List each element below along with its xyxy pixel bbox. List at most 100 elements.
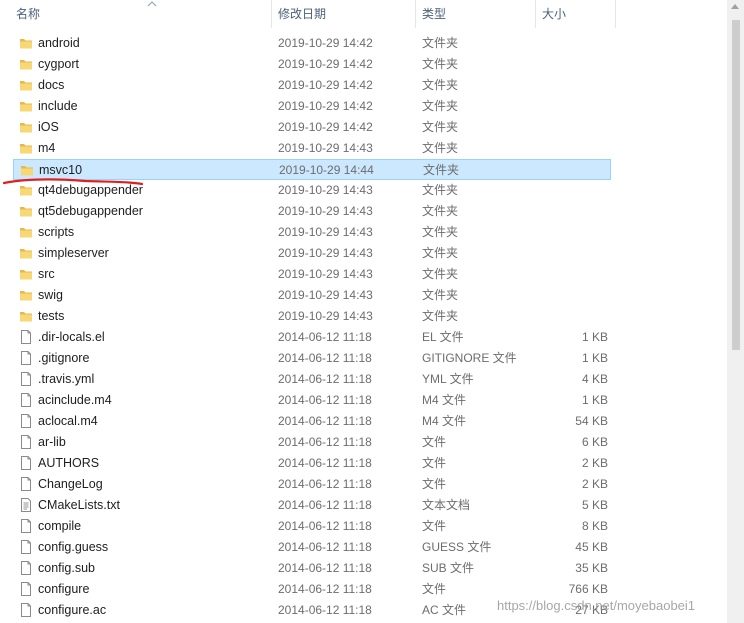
file-row[interactable]: scripts 2019-10-29 14:43 文件夹 [13, 222, 611, 243]
file-row[interactable]: iOS 2019-10-29 14:42 文件夹 [13, 117, 611, 138]
file-row[interactable]: acinclude.m4 2014-06-12 11:18 M4 文件 1 KB [13, 390, 611, 411]
file-row[interactable]: config.sub 2014-06-12 11:18 SUB 文件 35 KB [13, 558, 611, 579]
file-row[interactable]: .dir-locals.el 2014-06-12 11:18 EL 文件 1 KB [13, 327, 611, 348]
watermark-text: https://blog.csdn.net/moyebaobei1 [497, 598, 696, 613]
file-name: iOS [38, 120, 59, 134]
file-row[interactable]: .gitignore 2014-06-12 11:18 GITIGNORE 文件 1 … [13, 348, 611, 369]
file-icon [21, 372, 31, 386]
column-type-label: 类型 [422, 7, 447, 21]
file-type: GUESS 文件 [422, 540, 492, 554]
file-modified-date: 2019-10-29 14:43 [278, 309, 373, 323]
file-row[interactable]: config.guess 2014-06-12 11:18 GUESS 文件 45 K… [13, 537, 611, 558]
file-row[interactable]: m4 2019-10-29 14:43 文件夹 [13, 138, 611, 159]
file-row[interactable]: AUTHORS 2014-06-12 11:18 文件 2 KB [13, 453, 611, 474]
file-modified-date: 2014-06-12 11:18 [278, 414, 372, 428]
file-row[interactable]: ChangeLog 2014-06-12 11:18 文件 2 KB [13, 474, 611, 495]
file-name: ChangeLog [38, 477, 103, 491]
column-date-label: 修改日期 [278, 7, 327, 21]
file-row[interactable]: configure 2014-06-12 11:18 文件 766 KB [13, 579, 611, 600]
file-name: CMakeLists.txt [38, 498, 120, 512]
file-icon [21, 603, 31, 617]
column-size-header[interactable]: 大小 [536, 0, 616, 28]
file-size: 8 KB [581, 519, 608, 533]
file-size: 1 KB [581, 351, 608, 365]
column-date-header[interactable]: 修改日期 [272, 0, 416, 28]
file-type: 文件夹 [422, 78, 459, 92]
folder-icon [20, 102, 32, 112]
file-type: 文件 [422, 519, 447, 533]
folder-icon [20, 291, 32, 301]
file-row[interactable]: CMakeLists.txt 2014-06-12 11:18 文本文档 5 KB [13, 495, 611, 516]
sort-ascending-icon [147, 1, 157, 7]
file-modified-date: 2014-06-12 11:18 [278, 603, 372, 617]
file-type: 文件夹 [422, 267, 459, 281]
scrollbar-thumb[interactable] [732, 20, 740, 350]
file-size: 6 KB [581, 435, 608, 449]
file-icon [21, 477, 31, 491]
file-name: msvc10 [39, 163, 83, 177]
file-type: YML 文件 [422, 372, 474, 386]
file-modified-date: 2014-06-12 11:18 [278, 519, 372, 533]
file-row[interactable]: compile 2014-06-12 11:18 文件 8 KB [13, 516, 611, 537]
folder-icon [20, 60, 32, 70]
file-size: 4 KB [581, 372, 608, 386]
file-name: android [38, 36, 80, 50]
file-type: 文件夹 [422, 309, 459, 323]
folder-icon [20, 312, 32, 322]
file-modified-date: 2019-10-29 14:42 [278, 36, 373, 50]
file-type: EL 文件 [422, 330, 464, 344]
file-row[interactable]: aclocal.m4 2014-06-12 11:18 M4 文件 54 KB [13, 411, 611, 432]
scroll-up-arrow-icon[interactable] [731, 4, 739, 9]
file-modified-date: 2019-10-29 14:43 [278, 204, 373, 218]
file-name: AUTHORS [38, 456, 100, 470]
file-type: 文件夹 [423, 163, 460, 177]
file-row[interactable]: src 2019-10-29 14:43 文件夹 [13, 264, 611, 285]
file-name: ar-lib [38, 435, 66, 449]
folder-icon [20, 249, 32, 259]
file-name: config.guess [38, 540, 109, 554]
file-modified-date: 2014-06-12 11:18 [278, 498, 372, 512]
file-modified-date: 2019-10-29 14:43 [278, 225, 373, 239]
file-row[interactable]: ar-lib 2014-06-12 11:18 文件 6 KB [13, 432, 611, 453]
file-type: 文件夹 [422, 57, 459, 71]
file-row[interactable]: docs 2019-10-29 14:42 文件夹 [13, 75, 611, 96]
file-row[interactable]: cygport 2019-10-29 14:42 文件夹 [13, 54, 611, 75]
column-type-header[interactable]: 类型 [416, 0, 536, 28]
folder-icon [21, 166, 33, 176]
file-type: 文件夹 [422, 120, 459, 134]
folder-icon [20, 123, 32, 133]
file-row[interactable]: .travis.yml 2014-06-12 11:18 YML 文件 4 KB [13, 369, 611, 390]
file-name: scripts [38, 225, 75, 239]
file-icon [21, 456, 31, 470]
column-header: 名称 修改日期 类型 大小 [0, 0, 744, 30]
folder-icon [20, 81, 32, 91]
file-name: acinclude.m4 [38, 393, 112, 407]
file-size: 1 KB [581, 330, 608, 344]
file-modified-date: 2019-10-29 14:43 [278, 267, 373, 281]
file-size: 54 KB [575, 414, 608, 428]
file-name: docs [38, 78, 65, 92]
folder-icon [20, 39, 32, 49]
file-row[interactable]: include 2019-10-29 14:42 文件夹 [13, 96, 611, 117]
file-icon [21, 393, 31, 407]
column-name-header[interactable]: 名称 [10, 0, 272, 28]
file-name: qt4debugappender [38, 183, 143, 197]
vertical-scrollbar[interactable] [727, 0, 744, 623]
file-name: config.sub [38, 561, 95, 575]
file-row[interactable]: android 2019-10-29 14:42 文件夹 [13, 33, 611, 54]
file-modified-date: 2019-10-29 14:42 [278, 99, 373, 113]
file-row[interactable]: qt4debugappender 2019-10-29 14:43 文件夹 [13, 180, 611, 201]
file-name: compile [38, 519, 82, 533]
file-type: 文本文档 [422, 498, 471, 512]
file-name: aclocal.m4 [38, 414, 98, 428]
folder-icon [20, 228, 32, 238]
file-row[interactable]: swig 2019-10-29 14:43 文件夹 [13, 285, 611, 306]
file-name: .gitignore [38, 351, 90, 365]
file-modified-date: 2014-06-12 11:18 [278, 582, 372, 596]
file-row[interactable]: qt5debugappender 2019-10-29 14:43 文件夹 [13, 201, 611, 222]
file-row[interactable]: tests 2019-10-29 14:43 文件夹 [13, 306, 611, 327]
file-row-selected[interactable]: msvc10 2019-10-29 14:44 文件夹 [13, 159, 611, 180]
file-row[interactable]: simpleserver 2019-10-29 14:43 文件夹 [13, 243, 611, 264]
file-type: 文件夹 [422, 99, 459, 113]
file-type: AC 文件 [422, 603, 467, 617]
